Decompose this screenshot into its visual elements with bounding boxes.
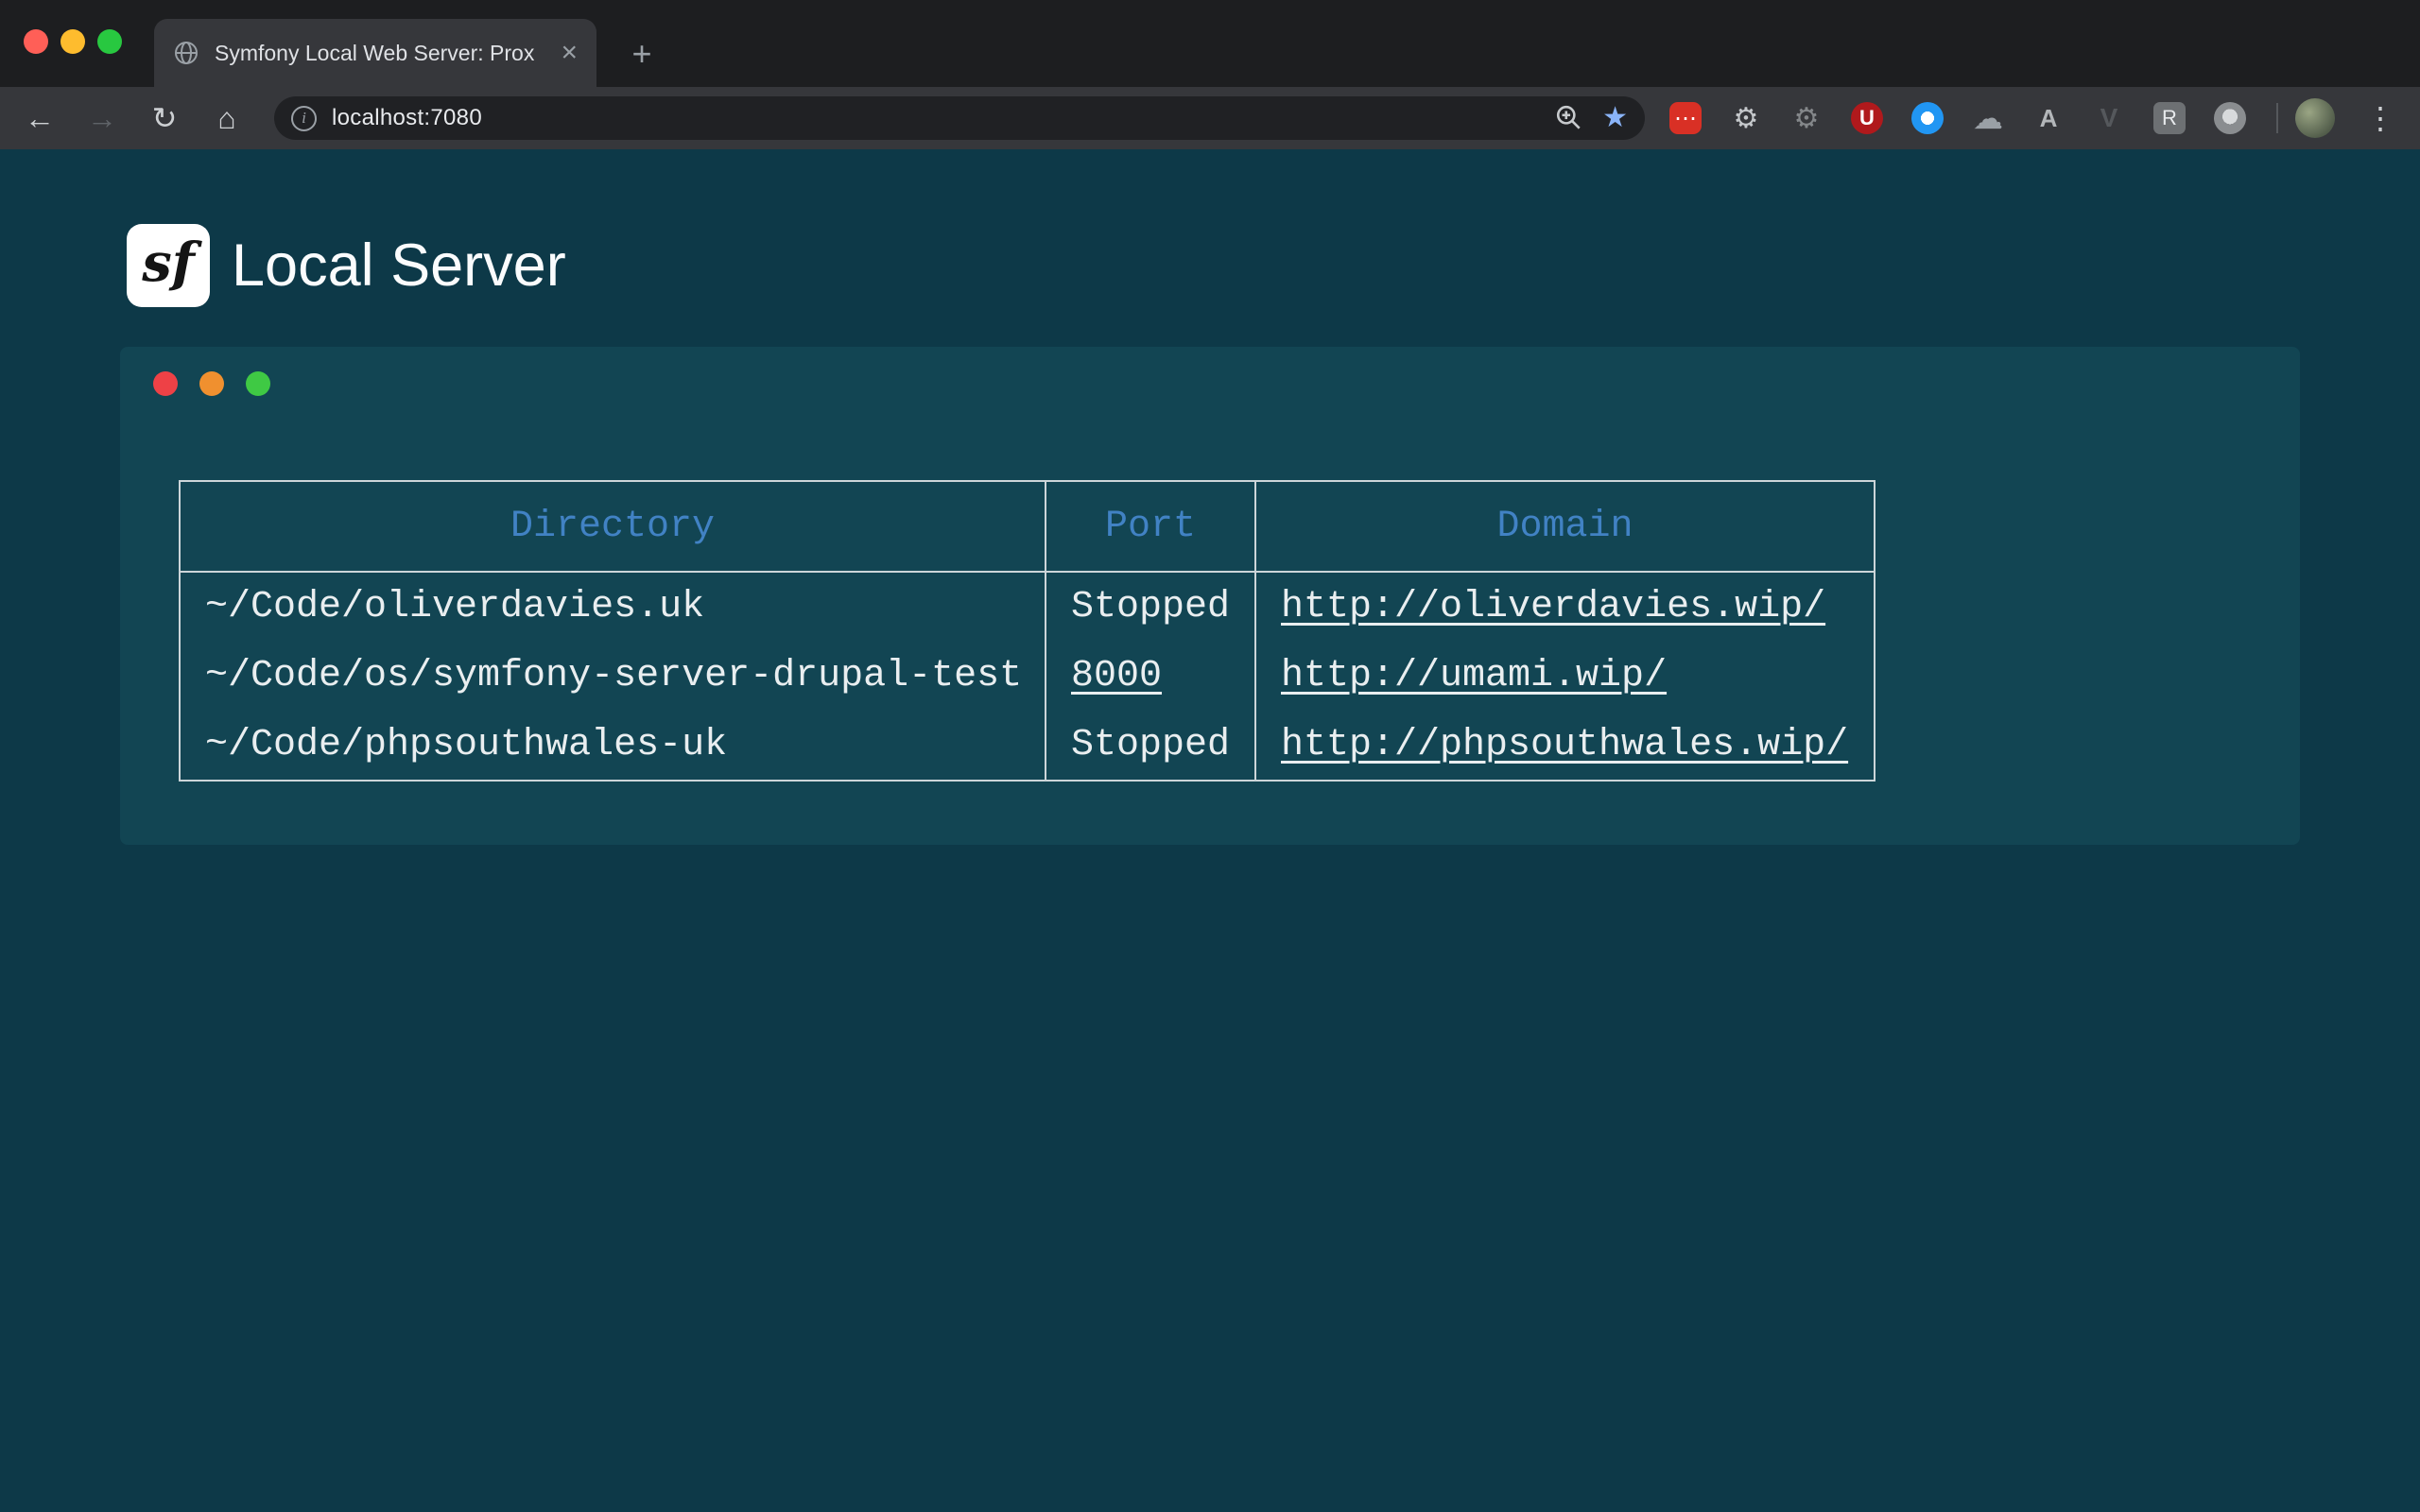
port-link[interactable]: 8000	[1071, 655, 1162, 697]
column-header-directory: Directory	[180, 481, 1046, 572]
extension-cloud-icon[interactable]: ☁	[1972, 102, 2004, 134]
address-bar[interactable]: i localhost:7080 ★	[274, 96, 1645, 140]
tab-close-icon[interactable]: ×	[561, 39, 578, 67]
port-status-cell: Stopped	[1046, 711, 1255, 781]
forward-icon[interactable]: →	[81, 101, 123, 136]
extension-gear-dark-icon[interactable]: ⚙	[1790, 102, 1823, 134]
table-row: ~/Code/oliverdavies.uk Stopped http://ol…	[180, 572, 1875, 642]
directory-cell: ~/Code/phpsouthwales-uk	[180, 711, 1046, 781]
column-header-domain: Domain	[1255, 481, 1875, 572]
table-row: ~/Code/os/symfony-server-drupal-test 800…	[180, 642, 1875, 711]
symfony-logo: sf	[127, 224, 210, 307]
directory-cell: ~/Code/oliverdavies.uk	[180, 572, 1046, 642]
panel-red-dot-icon	[153, 371, 178, 396]
domain-link[interactable]: http://umami.wip/	[1281, 655, 1667, 697]
domain-link[interactable]: http://phpsouthwales.wip/	[1281, 724, 1848, 766]
domain-link[interactable]: http://oliverdavies.wip/	[1281, 586, 1825, 628]
extension-octocat-icon[interactable]	[2214, 102, 2246, 134]
bookmark-star-icon[interactable]: ★	[1602, 104, 1628, 132]
servers-table: Directory Port Domain ~/Code/oliverdavie…	[179, 480, 1876, 782]
minimize-window-button[interactable]	[60, 29, 85, 54]
port-status-cell: 8000	[1046, 642, 1255, 711]
extension-gear-light-icon[interactable]: ⚙	[1730, 102, 1762, 134]
window-controls	[24, 29, 122, 54]
panel-window-dots	[153, 371, 270, 396]
extensions-bar: ⋯ ⚙ ⚙ U ☁ A V R	[1669, 87, 2246, 149]
directory-cell: ~/Code/os/symfony-server-drupal-test	[180, 642, 1046, 711]
extension-ublock-icon[interactable]: U	[1851, 102, 1883, 134]
fullscreen-window-button[interactable]	[97, 29, 122, 54]
panel-orange-dot-icon	[199, 371, 224, 396]
new-tab-button[interactable]: +	[619, 32, 665, 77]
url-text: localhost:7080	[332, 105, 482, 131]
symfony-logo-glyph: sf	[142, 232, 195, 294]
table-row: ~/Code/phpsouthwales-uk Stopped http://p…	[180, 711, 1875, 781]
reload-icon[interactable]: ↻	[144, 100, 185, 136]
port-status-cell: Stopped	[1046, 572, 1255, 642]
browser-window: Symfony Local Web Server: Prox × + ← → ↻…	[0, 0, 2420, 1512]
tab-strip: Symfony Local Web Server: Prox × +	[0, 0, 2420, 87]
home-icon[interactable]: ⌂	[206, 101, 248, 136]
tab-title: Symfony Local Web Server: Prox	[215, 41, 551, 66]
panel-green-dot-icon	[246, 371, 270, 396]
page-content: sf Local Server Directory Port Domain	[0, 149, 2420, 1512]
extension-vimium-icon[interactable]: V	[2093, 102, 2125, 134]
extension-letter-a-icon[interactable]: A	[2032, 102, 2065, 134]
extension-gray-square-icon[interactable]: R	[2153, 102, 2186, 134]
table-header-row: Directory Port Domain	[180, 481, 1875, 572]
column-header-port: Port	[1046, 481, 1255, 572]
page-title: Local Server	[232, 224, 566, 307]
toolbar-separator	[2276, 103, 2278, 133]
back-icon[interactable]: ←	[19, 101, 60, 136]
globe-favicon-icon	[173, 40, 199, 66]
domain-cell: http://umami.wip/	[1255, 642, 1875, 711]
nav-buttons: ← → ↻ ⌂	[19, 87, 248, 149]
browser-toolbar: ← → ↻ ⌂ i localhost:7080 ★ ⋯ ⚙ ⚙ U	[0, 87, 2420, 149]
close-window-button[interactable]	[24, 29, 48, 54]
site-info-icon[interactable]: i	[291, 106, 317, 131]
zoom-indicator-icon[interactable]	[1555, 104, 1583, 132]
browser-menu-icon[interactable]: ⋮	[2360, 87, 2401, 149]
server-panel: Directory Port Domain ~/Code/oliverdavie…	[120, 347, 2300, 845]
domain-cell: http://phpsouthwales.wip/	[1255, 711, 1875, 781]
profile-avatar[interactable]	[2295, 98, 2335, 138]
browser-tab[interactable]: Symfony Local Web Server: Prox ×	[154, 19, 596, 87]
extension-blue-circle-icon[interactable]	[1911, 102, 1944, 134]
extension-red-badge-icon[interactable]: ⋯	[1669, 102, 1702, 134]
domain-cell: http://oliverdavies.wip/	[1255, 572, 1875, 642]
